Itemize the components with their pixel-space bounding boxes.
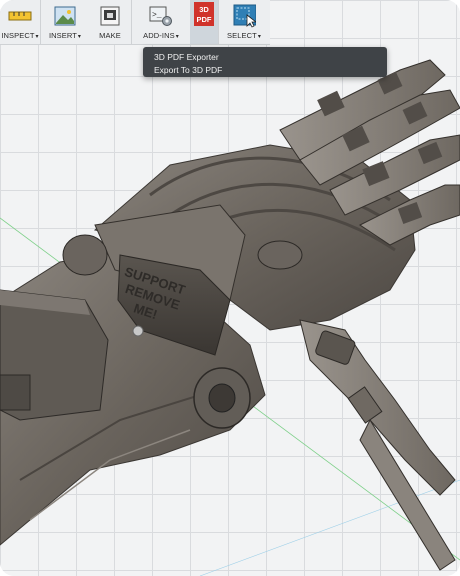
script-addin-icon: >_ [149, 5, 173, 27]
caret-icon: ▾ [35, 34, 39, 40]
side-hinge [62, 234, 108, 276]
menu-item-export-3d-pdf[interactable]: Export To 3D PDF [154, 65, 222, 75]
connector-block [0, 374, 31, 411]
caret-icon: ▾ [175, 34, 179, 40]
pdf-3d-icon: 3D PDF [192, 2, 216, 26]
thumb [299, 319, 456, 571]
select-button[interactable]: SELECT▾ [219, 0, 269, 44]
pdf-3d-button[interactable]: 3D PDF [190, 0, 218, 44]
print-3d-icon [98, 5, 122, 27]
insert-button[interactable]: INSERT▾ [41, 0, 89, 44]
inspect-label: INSPECT [1, 31, 35, 40]
image-insert-icon [53, 5, 77, 27]
select-label: SELECT [227, 31, 257, 40]
hand-model[interactable]: SUPPORT REMOVE ME! [0, 0, 460, 576]
pdf-dropdown-menu: 3D PDF Exporter Export To 3D PDF [143, 47, 387, 77]
hinge-bolt [208, 383, 236, 413]
make-label: MAKE [99, 31, 121, 40]
pdf-badge-top: 3D [199, 5, 209, 14]
caret-icon: ▾ [257, 34, 261, 40]
cursor-select-icon [232, 4, 256, 28]
add-ins-button[interactable]: >_ ADD-INS▾ [132, 0, 190, 44]
pivot-gizmo[interactable] [132, 325, 144, 337]
svg-text:>_: >_ [152, 11, 162, 20]
pdf-badge-bottom: PDF [197, 15, 212, 24]
3d-viewport[interactable]: SUPPORT REMOVE ME! [0, 0, 460, 576]
add-ins-label: ADD-INS [143, 31, 175, 40]
caret-icon: ▾ [77, 34, 82, 40]
menu-header: 3D PDF Exporter [154, 52, 219, 62]
make-button[interactable]: MAKE [89, 0, 131, 44]
app-window: SUPPORT REMOVE ME! INSPECT▾ INSERT▾ MAKE… [0, 0, 460, 576]
inspect-button[interactable]: INSPECT▾ [0, 0, 40, 44]
toolbar: INSPECT▾ INSERT▾ MAKE >_ ADD-INS▾ 3D PDF… [0, 0, 270, 45]
ruler-icon [8, 5, 32, 27]
insert-label: INSERT [48, 31, 77, 40]
tensioner-knob [257, 240, 303, 270]
